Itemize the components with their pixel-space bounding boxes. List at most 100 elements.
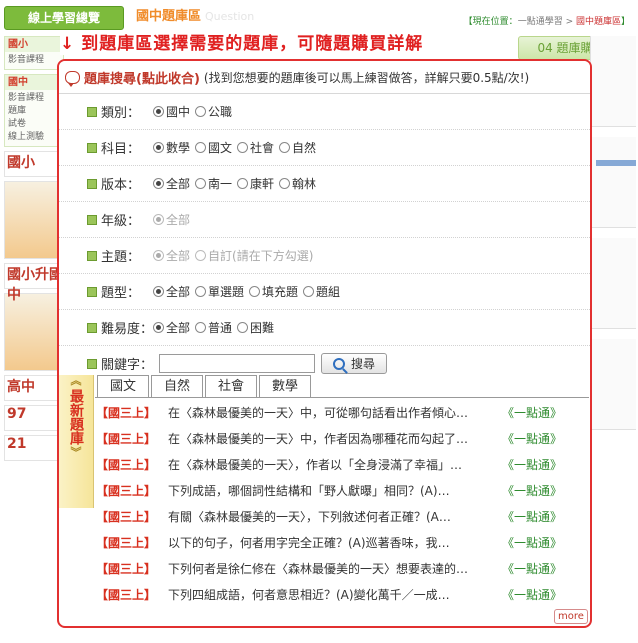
radio-difficulty-all[interactable]: 全部 (153, 319, 190, 336)
site-logo[interactable]: 線上學習總覽 (4, 6, 124, 30)
filter-difficulty: 難易度： 全部 普通 困難 (59, 310, 590, 346)
search-button-label: 搜尋 (350, 357, 375, 371)
search-button[interactable]: 搜尋 (321, 353, 387, 374)
radio-icon (195, 250, 207, 261)
latest-collapse-tab[interactable]: ︽ 最新題庫 ︾ (59, 375, 94, 508)
question-link[interactable]: 在〈森林最優美的一天〉中，作者因為哪種花而勾起了… (168, 430, 496, 447)
question-grade-tag[interactable]: 【國三上】 (96, 482, 168, 499)
breadcrumb-site-link[interactable]: 一點通學習 (518, 17, 563, 27)
radio-edition-kangxuan[interactable]: 康軒 (237, 175, 274, 192)
radio-edition-hanlin[interactable]: 翰林 (279, 175, 316, 192)
question-list: 【國三上】 在〈森林最優美的一天〉中，可從哪句話看出作者傾心… 《一點通》 【國三上… (96, 399, 590, 607)
panel-collapse-toggle[interactable]: 題庫搜尋(點此收合) (84, 68, 200, 87)
radio-type-fill-in[interactable]: 填充題 (249, 283, 298, 300)
radio-subject-math[interactable]: 數學 (153, 139, 190, 156)
question-link[interactable]: 以下的句子，何者用字完全正確？(A)巡著香味，我… (168, 534, 496, 551)
radio-edition-all[interactable]: 全部 (153, 175, 190, 192)
radio-category-junior[interactable]: 國中 (153, 103, 190, 120)
sidebar-link[interactable]: 線上測驗 (8, 131, 60, 144)
filter-subject: 科目： 數學 國文 社會 自然 (59, 130, 590, 166)
question-grade-tag[interactable]: 【國三上】 (96, 430, 168, 447)
question-grade-tag[interactable]: 【國三上】 (96, 534, 168, 551)
keyword-input[interactable] (159, 354, 315, 373)
question-source[interactable]: 《一點通》 (502, 404, 562, 421)
question-source[interactable]: 《一點通》 (502, 430, 562, 447)
radio-type-all[interactable]: 全部 (153, 283, 190, 300)
tab-math[interactable]: 數學 (259, 375, 312, 397)
bullet-icon (87, 107, 97, 117)
right-sidebar-block (590, 137, 636, 228)
question-source[interactable]: 《一點通》 (502, 534, 562, 551)
radio-edition-nanyi[interactable]: 南一 (195, 175, 232, 192)
radio-difficulty-hard[interactable]: 困難 (237, 319, 274, 336)
radio-label: 自訂(請在下方勾選) (208, 249, 314, 263)
radio-label: 全部 (166, 321, 191, 335)
subject-tabs: 國文 自然 社會 數學 (95, 375, 589, 398)
list-item: 【國三上】 以下的句子，何者用字完全正確？(A)巡著香味，我… 《一點通》 (96, 529, 590, 555)
section-title: 國中題庫區 Question (136, 6, 256, 28)
question-grade-tag[interactable]: 【國三上】 (96, 404, 168, 421)
breadcrumb: 【現在位置：一點通學習 > 國中題庫區】 (464, 14, 630, 27)
sidebar-link[interactable]: 試卷 (8, 118, 60, 131)
sidebar-link[interactable]: 影音課程 (8, 54, 60, 67)
question-link[interactable]: 在〈森林最優美的一天〉中，可從哪句話看出作者傾心… (168, 404, 496, 421)
sidebar-box-title: 國中 (5, 75, 63, 90)
radio-type-single-choice[interactable]: 單選題 (195, 283, 244, 300)
right-sidebar-block (590, 339, 636, 430)
question-link[interactable]: 下列四組成語，何者意思相近？(A)變化萬千／一成… (168, 586, 496, 603)
sidebar-ad-banner[interactable] (4, 181, 64, 259)
filter-question-type: 題型： 全部 單選題 填充題 題組 (59, 274, 590, 310)
more-button[interactable]: more (554, 609, 588, 624)
right-sidebar-block (590, 238, 636, 329)
question-link[interactable]: 下列成語，哪個詞性結構和「野人獻曝」相同？(A)… (168, 482, 496, 499)
radio-difficulty-normal[interactable]: 普通 (195, 319, 232, 336)
radio-label: 全部 (166, 249, 191, 263)
radio-label: 普通 (208, 321, 233, 335)
sidebar-link[interactable]: 題庫 (8, 105, 60, 118)
radio-label: 康軒 (250, 177, 275, 191)
question-source[interactable]: 《一點通》 (502, 560, 562, 577)
list-item: 【國三上】 下列何者是徐仁修在〈森林最優美的一天〉想要表達的… 《一點通》 (96, 555, 590, 581)
radio-icon (153, 250, 164, 261)
question-link[interactable]: 有關〈森林最優美的一天〉，下列敘述何者正確？(A… (168, 508, 496, 525)
radio-type-group[interactable]: 題組 (303, 283, 340, 300)
sidebar-ad-elementary[interactable]: 國小 (4, 151, 64, 177)
sidebar-link[interactable]: 影音課程 (8, 92, 60, 105)
radio-subject-science[interactable]: 自然 (279, 139, 316, 156)
tab-social[interactable]: 社會 (205, 375, 258, 397)
tab-science[interactable]: 自然 (151, 375, 204, 397)
question-grade-tag[interactable]: 【國三上】 (96, 508, 168, 525)
sidebar-ad-banner-2[interactable] (4, 293, 64, 371)
radio-subject-social[interactable]: 社會 (237, 139, 274, 156)
question-grade-tag[interactable]: 【國三上】 (96, 560, 168, 577)
radio-subject-chinese[interactable]: 國文 (195, 139, 232, 156)
radio-label: 自然 (292, 141, 317, 155)
sidebar-ad-97[interactable]: 97 (4, 405, 64, 431)
radio-icon (195, 322, 207, 333)
bullet-icon (87, 143, 97, 153)
breadcrumb-suffix: 】 (620, 17, 630, 27)
radio-icon (279, 142, 291, 153)
question-link[interactable]: 下列何者是徐仁修在〈森林最優美的一天〉想要表達的… (168, 560, 496, 577)
sidebar-ad-upgrade[interactable]: 國小升國中 (4, 263, 64, 303)
radio-label: 題組 (316, 285, 341, 299)
radio-label: 公職 (208, 105, 233, 119)
tab-chinese[interactable]: 國文 (97, 375, 150, 397)
question-grade-tag[interactable]: 【國三上】 (96, 456, 168, 473)
sidebar-ad-21[interactable]: 21 (4, 435, 64, 461)
question-bank-search-panel: 題庫搜尋(點此收合) (找到您想要的題庫後可以馬上練習做答，詳解只要0.5點/次… (57, 59, 592, 628)
bullet-icon (87, 215, 97, 225)
question-link[interactable]: 在〈森林最優美的一天〉，作者以「全身浸滿了幸福」… (168, 456, 496, 473)
radio-category-civil[interactable]: 公職 (195, 103, 232, 120)
radio-grade-all: 全部 (153, 211, 190, 228)
list-item: 【國三上】 在〈森林最優美的一天〉，作者以「全身浸滿了幸福」… 《一點通》 (96, 451, 590, 477)
sidebar-ad-highschool[interactable]: 高中 (4, 375, 64, 401)
magnifier-icon (332, 357, 345, 370)
question-source[interactable]: 《一點通》 (502, 456, 562, 473)
question-source[interactable]: 《一點通》 (502, 508, 562, 525)
filter-label: 難易度： (101, 322, 154, 337)
question-grade-tag[interactable]: 【國三上】 (96, 586, 168, 603)
question-source[interactable]: 《一點通》 (502, 482, 562, 499)
breadcrumb-prefix: 【現在位置： (463, 17, 518, 27)
question-source[interactable]: 《一點通》 (502, 586, 562, 603)
